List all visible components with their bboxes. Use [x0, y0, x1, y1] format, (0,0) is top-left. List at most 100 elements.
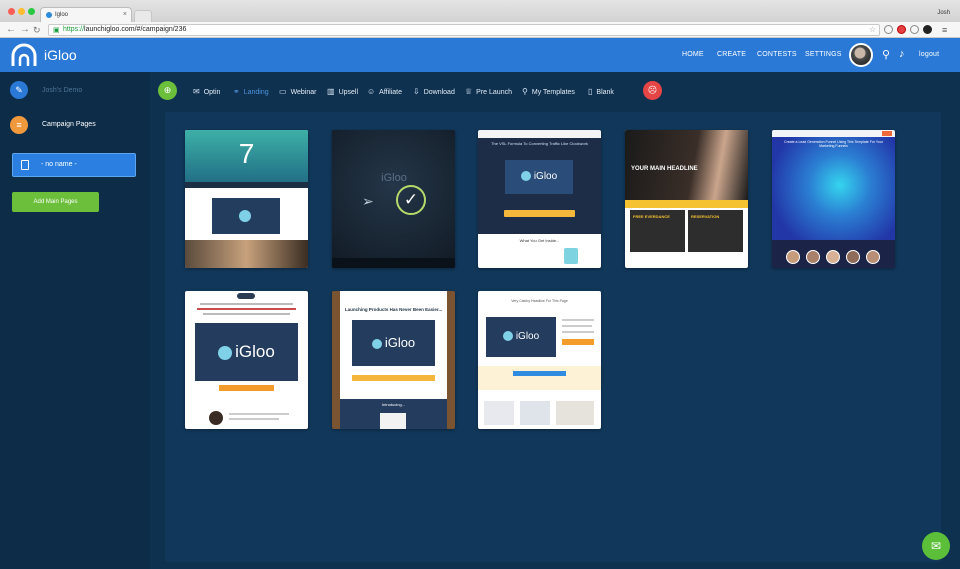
category-landing[interactable]: ⚭ Landing — [233, 87, 269, 96]
template-number: 7 — [238, 138, 255, 169]
igloo-favicon-icon — [46, 12, 52, 18]
template-cream-section — [478, 366, 601, 390]
template-brand-text: iGloo — [235, 342, 275, 361]
download-icon: ⇩ — [413, 87, 420, 96]
testimonial-avatar — [846, 250, 860, 264]
template-headline: The VSL Formula To Converting Traffic Li… — [491, 141, 588, 146]
author-avatar — [209, 411, 223, 425]
category-download[interactable]: ⇩ Download — [413, 87, 455, 96]
profile-name[interactable]: Josh — [937, 10, 950, 16]
user-avatar[interactable] — [849, 43, 873, 67]
key-icon[interactable]: ⚲ — [882, 48, 890, 61]
template-cta-bar — [562, 339, 594, 345]
extension-dark-icon[interactable] — [923, 25, 932, 34]
extension-red-icon[interactable] — [897, 25, 906, 34]
template-card-5[interactable]: Create a Lead Generation Funnel Using Th… — [772, 130, 895, 268]
template-card-4[interactable]: YOUR MAIN HEADLINE FREE EVERDANCE RESERV… — [625, 130, 748, 268]
category-upsell[interactable]: ▥ Upsell — [327, 87, 358, 96]
template-card-2-selected[interactable]: iGloo ➢ ✓ — [332, 130, 455, 268]
reload-icon[interactable]: ↻ — [33, 24, 41, 36]
template-text-line — [562, 325, 592, 327]
category-affiliate[interactable]: ☺ Affiliate — [367, 87, 402, 96]
template-topbar — [772, 130, 895, 137]
nav-settings[interactable]: SETTINGS — [805, 51, 842, 58]
selected-check-icon: ✓ — [396, 185, 426, 215]
close-tab-icon[interactable]: × — [123, 11, 127, 18]
template-brand-text: iGloo — [381, 172, 407, 184]
browser-tab[interactable]: Igloo × — [40, 7, 132, 23]
sidebar-page-item[interactable]: - no name - — [12, 153, 136, 177]
forward-arrow-icon[interactable]: → — [20, 24, 30, 36]
template-cta-bar — [219, 385, 274, 391]
template-brand-text: iGloo — [533, 171, 558, 182]
category-webinar[interactable]: ▭ Webinar — [279, 87, 317, 96]
edit-campaign-icon[interactable]: ✎ — [10, 81, 28, 99]
bookmark-star-icon[interactable]: ☆ — [869, 25, 876, 35]
tab-title: Igloo — [55, 12, 69, 18]
mail-icon: ✉ — [193, 87, 200, 96]
template-hero-image — [625, 130, 748, 200]
campaign-pages-heading: Campaign Pages — [42, 121, 96, 128]
brand-name[interactable]: iGloo — [44, 47, 77, 63]
igloo-logo-icon[interactable] — [10, 42, 38, 68]
remove-user-icon[interactable]: ☹ — [643, 81, 662, 100]
clipboard-icon — [564, 248, 578, 264]
page-document-icon — [21, 160, 29, 170]
template-text-line — [229, 413, 289, 415]
category-blank[interactable]: ▯ Blank — [588, 87, 614, 96]
category-label: Affiliate — [379, 89, 403, 96]
template-box-left-title: FREE EVERDANCE — [633, 214, 670, 219]
template-video — [212, 198, 280, 234]
pin-icon: ⚲ — [522, 87, 528, 96]
nav-home[interactable]: HOME — [682, 51, 704, 58]
category-pre-launch[interactable]: ♕ Pre Launch — [465, 87, 512, 96]
template-headline: Create a Lead Generation Funnel Using Th… — [784, 140, 883, 148]
bell-icon[interactable]: ♪ — [899, 48, 905, 60]
template-logo — [237, 293, 255, 299]
extension-info-icon[interactable] — [884, 25, 893, 34]
product-box-image — [380, 413, 406, 429]
back-arrow-icon[interactable]: ← — [6, 24, 16, 36]
category-label: Webinar — [290, 89, 317, 96]
new-tab-button[interactable] — [134, 10, 152, 22]
template-section-title: What You Get Inside... — [519, 238, 560, 243]
extension-recycle-icon[interactable] — [910, 25, 919, 34]
category-label: Optin — [203, 89, 221, 96]
browser-tab-bar: Igloo × Josh — [0, 0, 960, 23]
maximize-window-button[interactable] — [28, 8, 35, 15]
template-footer-image — [185, 240, 308, 268]
url-field[interactable]: ▣ https://launchigloo.com/#/campaign/236… — [48, 24, 880, 36]
minimize-window-button[interactable] — [18, 8, 25, 15]
chat-support-button[interactable]: ✉ — [922, 532, 950, 560]
testimonial-avatar — [826, 250, 840, 264]
category-optin[interactable]: ✉ Optin — [193, 87, 220, 96]
lock-icon: ▣ — [53, 27, 60, 34]
template-brand-text: iGloo — [384, 335, 416, 350]
template-card-7[interactable]: Launching Products Has Never Been Easier… — [332, 291, 455, 429]
template-feature-image — [484, 401, 514, 425]
nav-create[interactable]: CREATE — [717, 51, 746, 58]
nav-contests[interactable]: CONTESTS — [757, 51, 797, 58]
template-card-8[interactable]: Very Catchy Headline For This Page iGloo — [478, 291, 601, 429]
template-blue-bar — [513, 371, 566, 376]
template-card-3[interactable]: The VSL Formula To Converting Traffic Li… — [478, 130, 601, 268]
url-path: launchigloo.com/#/campaign/236 — [84, 26, 187, 33]
template-bar — [185, 182, 308, 188]
close-window-button[interactable] — [8, 8, 15, 15]
testimonial-avatar — [866, 250, 880, 264]
template-video: iGloo — [505, 160, 573, 194]
category-label: Pre Launch — [476, 89, 512, 96]
add-main-pages-button[interactable]: Add Main Pages — [12, 192, 99, 212]
logout-link[interactable]: logout — [919, 51, 939, 58]
template-text-line — [203, 313, 290, 315]
template-card-6[interactable]: iGloo — [185, 291, 308, 429]
template-top-button — [882, 131, 892, 136]
add-page-icon[interactable]: ⊕ — [158, 81, 177, 100]
category-my-templates[interactable]: ⚲ My Templates — [522, 87, 575, 96]
template-text-line — [562, 319, 594, 321]
template-card-1[interactable]: 7 — [185, 130, 308, 268]
category-label: Blank — [596, 89, 614, 96]
template-topbar — [478, 130, 601, 138]
browser-menu-icon[interactable]: ≡ — [942, 24, 947, 36]
campaign-pages-icon: ≡ — [10, 116, 28, 134]
